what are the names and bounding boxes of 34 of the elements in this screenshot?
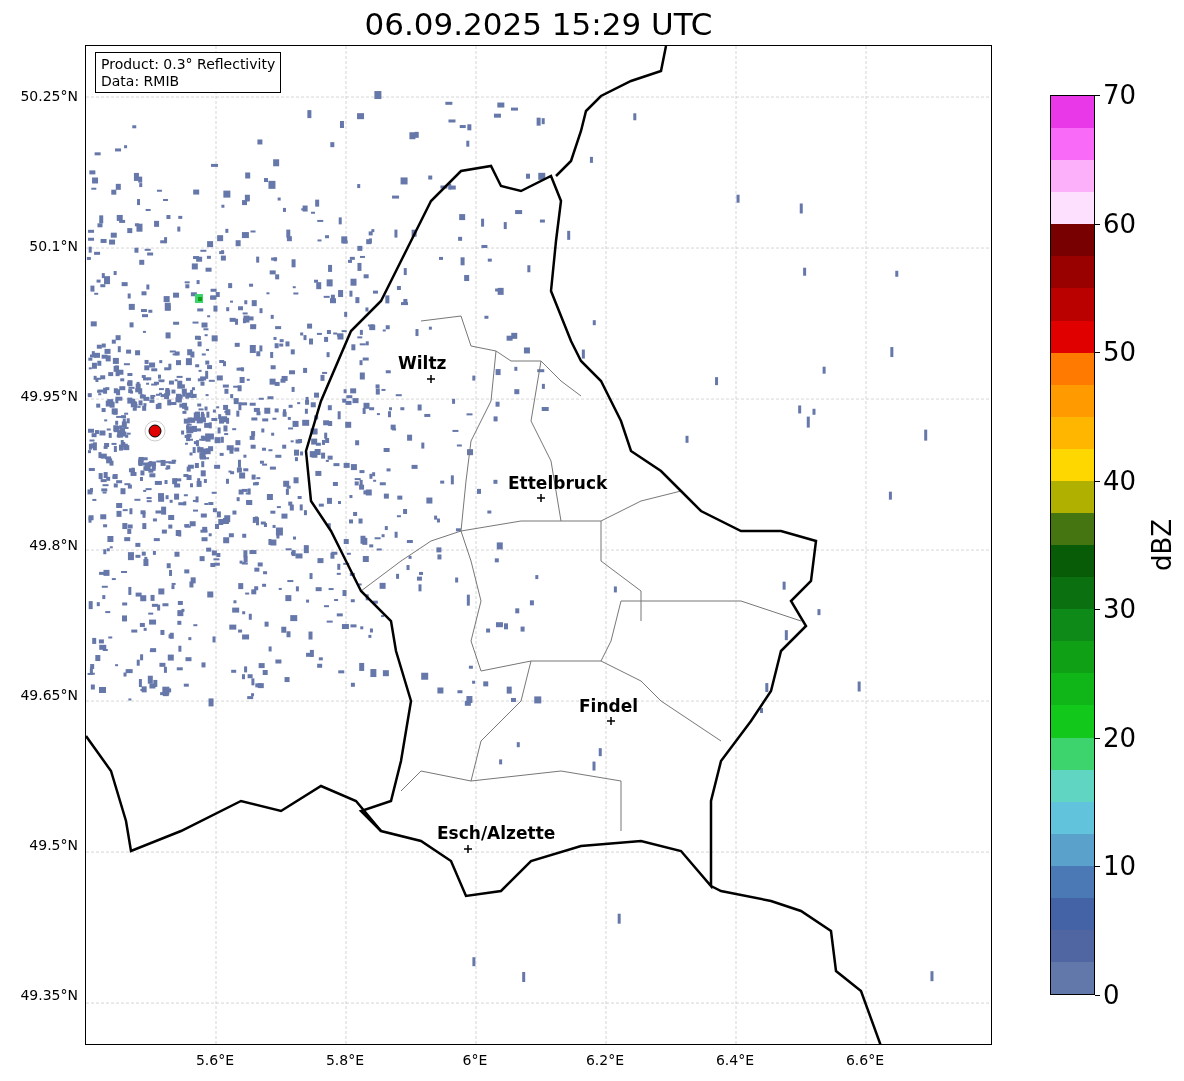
city-marker-icon xyxy=(463,844,473,854)
latitude-tick-label: 49.8°N xyxy=(28,536,79,556)
radar-site-icon xyxy=(144,420,166,442)
city-marker-icon xyxy=(606,716,616,726)
city-label: Esch/Alzette xyxy=(437,823,556,843)
legend-text: Data: RMIB xyxy=(101,73,181,90)
city-label: Wiltz xyxy=(398,353,447,373)
latitude-tick-label: 49.65°N xyxy=(19,686,79,706)
city-label: Findel xyxy=(579,696,639,716)
longitude-tick-label: 5.6°E xyxy=(194,1051,236,1070)
colorbar-tick-label: 50 xyxy=(1095,337,1137,368)
colorbar-tick-label: 0 xyxy=(1095,979,1137,1010)
latitude-tick-label: 49.95°N xyxy=(19,386,79,406)
longitude-tick-label: 6.2°E xyxy=(584,1051,626,1070)
latitude-tick-label: 50.1°N xyxy=(28,236,79,256)
city-label: Ettelbruck xyxy=(508,473,608,493)
latitude-tick-label: 50.25°N xyxy=(19,87,79,106)
longitude-tick-label: 6.4°E xyxy=(714,1051,756,1070)
colorbar-tick-label: 70 xyxy=(1095,80,1137,110)
city-marker-icon xyxy=(536,493,546,503)
map-title: 06.09.2025 15:29 UTC xyxy=(363,5,714,44)
legend-text: Product: 0.3° Reflectivity xyxy=(101,56,276,73)
longitude-tick-label: 6.6°E xyxy=(844,1051,886,1070)
colorbar-tick-label: 60 xyxy=(1095,208,1137,239)
latitude-tick-label: 49.35°N xyxy=(19,985,79,1005)
longitude-tick-label: 5.8°E xyxy=(324,1051,366,1070)
colorbar-tick-label: 40 xyxy=(1095,465,1137,496)
colorbar-tick-label: 10 xyxy=(1095,851,1137,882)
colorbar-label: dBZ xyxy=(1147,518,1178,572)
city-marker-icon xyxy=(426,374,436,384)
colorbar-tick-label: 30 xyxy=(1095,594,1137,625)
longitude-tick-label: 6°E xyxy=(461,1051,489,1070)
colorbar-tick-label: 20 xyxy=(1095,722,1137,753)
latitude-tick-label: 49.5°N xyxy=(28,836,79,856)
